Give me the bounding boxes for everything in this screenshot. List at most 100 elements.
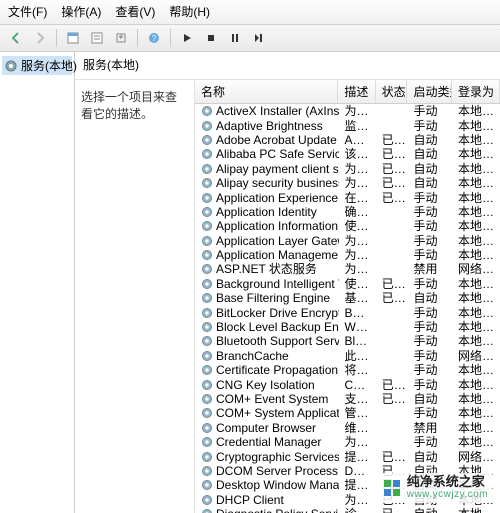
gear-icon [201,407,213,419]
service-logon: 本地系统 [452,435,500,449]
col-header-status[interactable]: 状态 [376,80,408,103]
gear-icon [201,177,213,189]
service-logon: 本地服务 [452,291,500,305]
service-name-cell: Adobe Acrobat Update S… [195,133,339,147]
service-status: 已启动 [376,378,408,392]
help-icon[interactable]: ? [144,28,164,48]
service-name-cell: BranchCache [195,349,339,363]
service-row[interactable]: Credential Manager为用…手动本地系统 [195,435,500,449]
forward-icon[interactable] [30,28,50,48]
gear-icon [201,321,213,333]
service-row[interactable]: BitLocker Drive Encryptio…BDE…手动本地系统 [195,305,500,319]
start-icon[interactable] [177,28,197,48]
service-row[interactable]: Base Filtering Engine基本…已启动自动本地服务 [195,291,500,305]
service-row[interactable]: Application Experience在应…已启动手动本地系统 [195,190,500,204]
stop-icon[interactable] [201,28,221,48]
restart-icon[interactable] [249,28,269,48]
service-logon: 本地系统 [452,176,500,190]
services-list[interactable]: 名称 描述 状态 启动类型 登录为 ActiveX Installer (AxI… [195,80,500,513]
gear-icon [201,148,213,160]
col-header-start[interactable]: 启动类型 [407,80,451,103]
gear-icon [201,278,213,290]
service-status: 已启动 [376,291,408,305]
back-icon[interactable] [6,28,26,48]
service-row[interactable]: Bluetooth Support ServiceBlu…手动本地服务 [195,334,500,348]
service-logon: 本地系统 [452,248,500,262]
service-name: Background Intelligent Tr… [216,277,339,291]
service-name: Alipay security business s… [216,176,339,190]
gear-icon [201,379,213,391]
menu-action[interactable]: 操作(A) [61,3,101,20]
pause-icon[interactable] [225,28,245,48]
service-name: Application Layer Gatewa… [216,234,339,248]
service-row[interactable]: Alipay payment client sec…为支…已启动自动本地系统 [195,162,500,176]
gear-icon [201,494,213,506]
service-row[interactable]: Certificate Propagation将用…手动本地系统 [195,363,500,377]
service-row[interactable]: Cryptographic Services提供…已启动自动网络服务 [195,449,500,463]
service-row[interactable]: Alipay security business s…为支…已启动自动本地系统 [195,176,500,190]
service-name-cell: ActiveX Installer (AxInstSV) [195,104,339,118]
col-header-name[interactable]: 名称 [195,80,338,103]
service-row[interactable]: Computer Browser维护…禁用本地系统 [195,421,500,435]
service-row[interactable]: Application Layer Gatewa…为 In…手动本地服务 [195,234,500,248]
service-name-cell: Block Level Backup Engin… [195,320,339,334]
service-logon: 本地服务 [452,334,500,348]
col-header-desc[interactable]: 描述 [338,80,375,103]
service-name: Block Level Backup Engin… [216,320,339,334]
service-name: Credential Manager [216,435,321,449]
export-icon[interactable] [111,28,131,48]
service-row[interactable]: BranchCache此服…手动网络服务 [195,349,500,363]
service-row[interactable]: Adobe Acrobat Update S…Ado…已启动自动本地系统 [195,133,500,147]
service-logon: 本地服务 [452,507,500,513]
service-desc: DCO… [339,464,376,478]
service-row[interactable]: Alibaba PC Safe Service该服…已启动自动本地系统 [195,147,500,161]
service-row[interactable]: Background Intelligent Tr…使用…已启动手动本地系统 [195,277,500,291]
service-row[interactable]: Application Identity确…手动本地服务 [195,205,500,219]
service-desc: 管理… [339,406,376,420]
service-row[interactable]: CNG Key IsolationCNG…已启动手动本地系统 [195,377,500,391]
tree-node-services-local[interactable]: 服务(本地) [2,56,72,75]
service-status: 已启动 [376,176,408,190]
service-desc: Blu… [339,334,376,348]
service-desc: 为 A… [339,262,376,276]
service-name-cell: Background Intelligent Tr… [195,277,339,291]
service-start-type: 手动 [408,306,452,320]
service-desc: 维护… [339,421,376,435]
service-row[interactable]: Application Information使用…手动本地系统 [195,219,500,233]
refresh-icon[interactable] [87,28,107,48]
menu-help[interactable]: 帮助(H) [169,3,210,20]
service-logon: 本地系统 [452,406,500,420]
service-row[interactable]: ActiveX Installer (AxInstSV)为从…手动本地系统 [195,104,500,118]
service-start-type: 手动 [408,119,452,133]
service-logon: 本地系统 [452,147,500,161]
service-desc: 将用… [339,363,376,377]
service-row[interactable]: COM+ System Application管理…手动本地系统 [195,406,500,420]
service-desc: 为支… [339,162,376,176]
toolbar: ? [0,25,500,52]
properties-icon[interactable] [63,28,83,48]
menu-view[interactable]: 查看(V) [115,3,155,20]
gear-icon [201,335,213,347]
service-start-type: 自动 [408,176,452,190]
service-row[interactable]: ASP.NET 状态服务为 A…禁用网络服务 [195,262,500,276]
service-name: DHCP Client [216,493,284,507]
service-start-type: 手动 [408,406,452,420]
service-row[interactable]: Application Management为通…手动本地系统 [195,248,500,262]
service-logon: 本地系统 [452,378,500,392]
service-name-cell: ASP.NET 状态服务 [195,262,339,276]
service-desc: 在应… [339,191,376,205]
col-header-logon[interactable]: 登录为 [452,80,500,103]
menu-file[interactable]: 文件(F) [8,3,47,20]
service-name: Application Management [216,248,339,262]
service-status: 已启动 [376,507,408,513]
service-row[interactable]: Adaptive Brightness监…手动本地服务 [195,118,500,132]
service-row[interactable]: Diagnostic Policy Service诊断…已启动自动本地服务 [195,507,500,513]
service-status: 已启动 [376,392,408,406]
service-logon: 网络服务 [452,349,500,363]
service-row[interactable]: Block Level Backup Engin…Win…手动本地系统 [195,320,500,334]
service-status: 已启动 [376,133,408,147]
gear-icon [201,206,213,218]
service-row[interactable]: COM+ Event System支持…已启动自动本地服务 [195,392,500,406]
svg-text:?: ? [152,34,157,43]
service-name: COM+ Event System [216,392,328,406]
